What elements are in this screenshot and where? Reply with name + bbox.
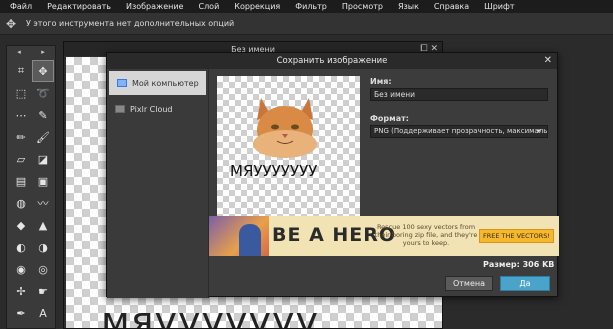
toolbox-collapse-left-icon[interactable]: ◂ xyxy=(17,48,21,56)
burn-tool-icon[interactable]: ◑ xyxy=(32,236,54,258)
stamp-tool-icon[interactable]: ▣ xyxy=(32,170,54,192)
name-label: Имя: xyxy=(370,77,392,86)
move-tool-icon[interactable]: ✥ xyxy=(32,60,54,82)
options-text: У этого инструмента нет дополнительных о… xyxy=(26,19,235,28)
location-pixlr-cloud[interactable]: Pixlr Cloud xyxy=(107,97,208,121)
location-label: Pixlr Cloud xyxy=(130,104,173,114)
preview-text: МЯУУУУУУУ xyxy=(230,162,318,180)
menu-item[interactable]: Изображение xyxy=(126,2,184,11)
dialog-title: Сохранить изображение xyxy=(107,53,557,69)
hand-tool-icon[interactable]: ☛ xyxy=(32,280,54,302)
color-replace-tool-icon[interactable]: ✢ xyxy=(10,280,32,302)
pencil-tool-icon[interactable]: ✏ xyxy=(10,126,32,148)
move-tool-icon: ✥ xyxy=(5,16,17,31)
computer-icon xyxy=(117,79,127,87)
smudge-tool-icon[interactable]: 〰 xyxy=(32,192,54,214)
cat-image xyxy=(253,98,317,158)
menu-item[interactable]: Справка xyxy=(434,2,469,11)
lasso-tool-icon[interactable]: ➰ xyxy=(32,82,54,104)
wand-tool-icon[interactable]: ⋯ xyxy=(10,104,32,126)
eraser-tool-icon[interactable]: ▱ xyxy=(10,148,32,170)
ad-copy: Rescue 100 sexy vectors from their borin… xyxy=(374,223,478,247)
location-label: Мой компьютер xyxy=(132,78,199,88)
cloud-icon xyxy=(115,105,125,113)
save-image-dialog: Сохранить изображение ✕ Мой компьютер Pi… xyxy=(106,52,559,298)
sharpen-tool-icon[interactable]: ▲ xyxy=(32,214,54,236)
menu-item[interactable]: Коррекция xyxy=(234,2,280,11)
format-label: Формат: xyxy=(370,114,409,123)
text-tool-icon[interactable]: A xyxy=(32,302,54,324)
gradient-tool-icon[interactable]: ▤ xyxy=(10,170,32,192)
brush-tool-icon[interactable]: 🖌 xyxy=(32,126,54,148)
dodge-tool-icon[interactable]: ◐ xyxy=(10,236,32,258)
menu-item[interactable]: Слой xyxy=(198,2,219,11)
tool-grid: ⌗ ✥ ⬚ ➰ ⋯ ✎ ✏ 🖌 ▱ ◪ ▤ ▣ ◍ 〰 ◆ ▲ ◐ ◑ ◉ ◎ ✢ ☛ ✒ A xyxy=(7,58,55,326)
toolbox-panel: ◂ ▸ ⌗ ✥ ⬚ ➰ ⋯ ✎ ✏ 🖌 ▱ ◪ ▤ ▣ ◍ 〰 ◆ ▲ ◐ ◑ ◉ ◎ ✢ ☛ ✒ A xyxy=(6,45,56,329)
canvas-text: мяууууууу xyxy=(101,299,319,328)
redeye-tool-icon[interactable]: ◉ xyxy=(10,258,32,280)
close-icon[interactable]: ✕ xyxy=(544,55,552,66)
format-select[interactable]: PNG (Поддерживает прозрачность, максимал… xyxy=(370,125,548,138)
ok-button[interactable]: Да xyxy=(500,276,550,291)
file-size: Размер: 306 KB xyxy=(483,260,555,269)
save-location-list: Мой компьютер Pixlr Cloud xyxy=(107,69,209,298)
image-preview: МЯУУУУУУУ xyxy=(217,76,360,216)
menu-item[interactable]: Фильтр xyxy=(295,2,327,11)
menu-item[interactable]: Просмотр xyxy=(342,2,383,11)
ad-banner[interactable]: BE A HERO Rescue 100 sexy vectors from t… xyxy=(209,216,559,256)
options-bar: ✥ У этого инструмента нет дополнительных… xyxy=(0,13,613,35)
crop-tool-icon[interactable]: ⌗ xyxy=(10,60,32,82)
marquee-tool-icon[interactable]: ⬚ xyxy=(10,82,32,104)
drop-tool-icon[interactable]: ◆ xyxy=(10,214,32,236)
drawing-tool-icon[interactable]: ◍ xyxy=(10,192,32,214)
pen-tool-icon[interactable]: ✒ xyxy=(10,302,32,324)
ad-button[interactable]: FREE THE VECTORS! xyxy=(479,229,554,243)
ad-figure xyxy=(239,224,261,256)
sponge-tool-icon[interactable]: ◎ xyxy=(32,258,54,280)
picker-tool-icon[interactable]: ✎ xyxy=(32,104,54,126)
menu-item[interactable]: Язык xyxy=(398,2,419,11)
chevron-down-icon[interactable]: ▾ xyxy=(537,127,541,135)
location-my-computer[interactable]: Мой компьютер xyxy=(109,71,206,95)
name-input[interactable]: Без имени xyxy=(370,88,548,101)
toolbox-header: ◂ ▸ xyxy=(7,46,55,58)
menu-item[interactable]: Файл xyxy=(10,2,32,11)
toolbox-collapse-right-icon[interactable]: ▸ xyxy=(41,48,45,56)
menu-item[interactable]: Шрифт xyxy=(484,2,514,11)
bucket-tool-icon[interactable]: ◪ xyxy=(32,148,54,170)
cancel-button[interactable]: Отмена xyxy=(445,276,493,291)
menu-bar: Файл Редактировать Изображение Слой Коррекци… xyxy=(0,0,613,13)
menu-item[interactable]: Редактировать xyxy=(47,2,111,11)
